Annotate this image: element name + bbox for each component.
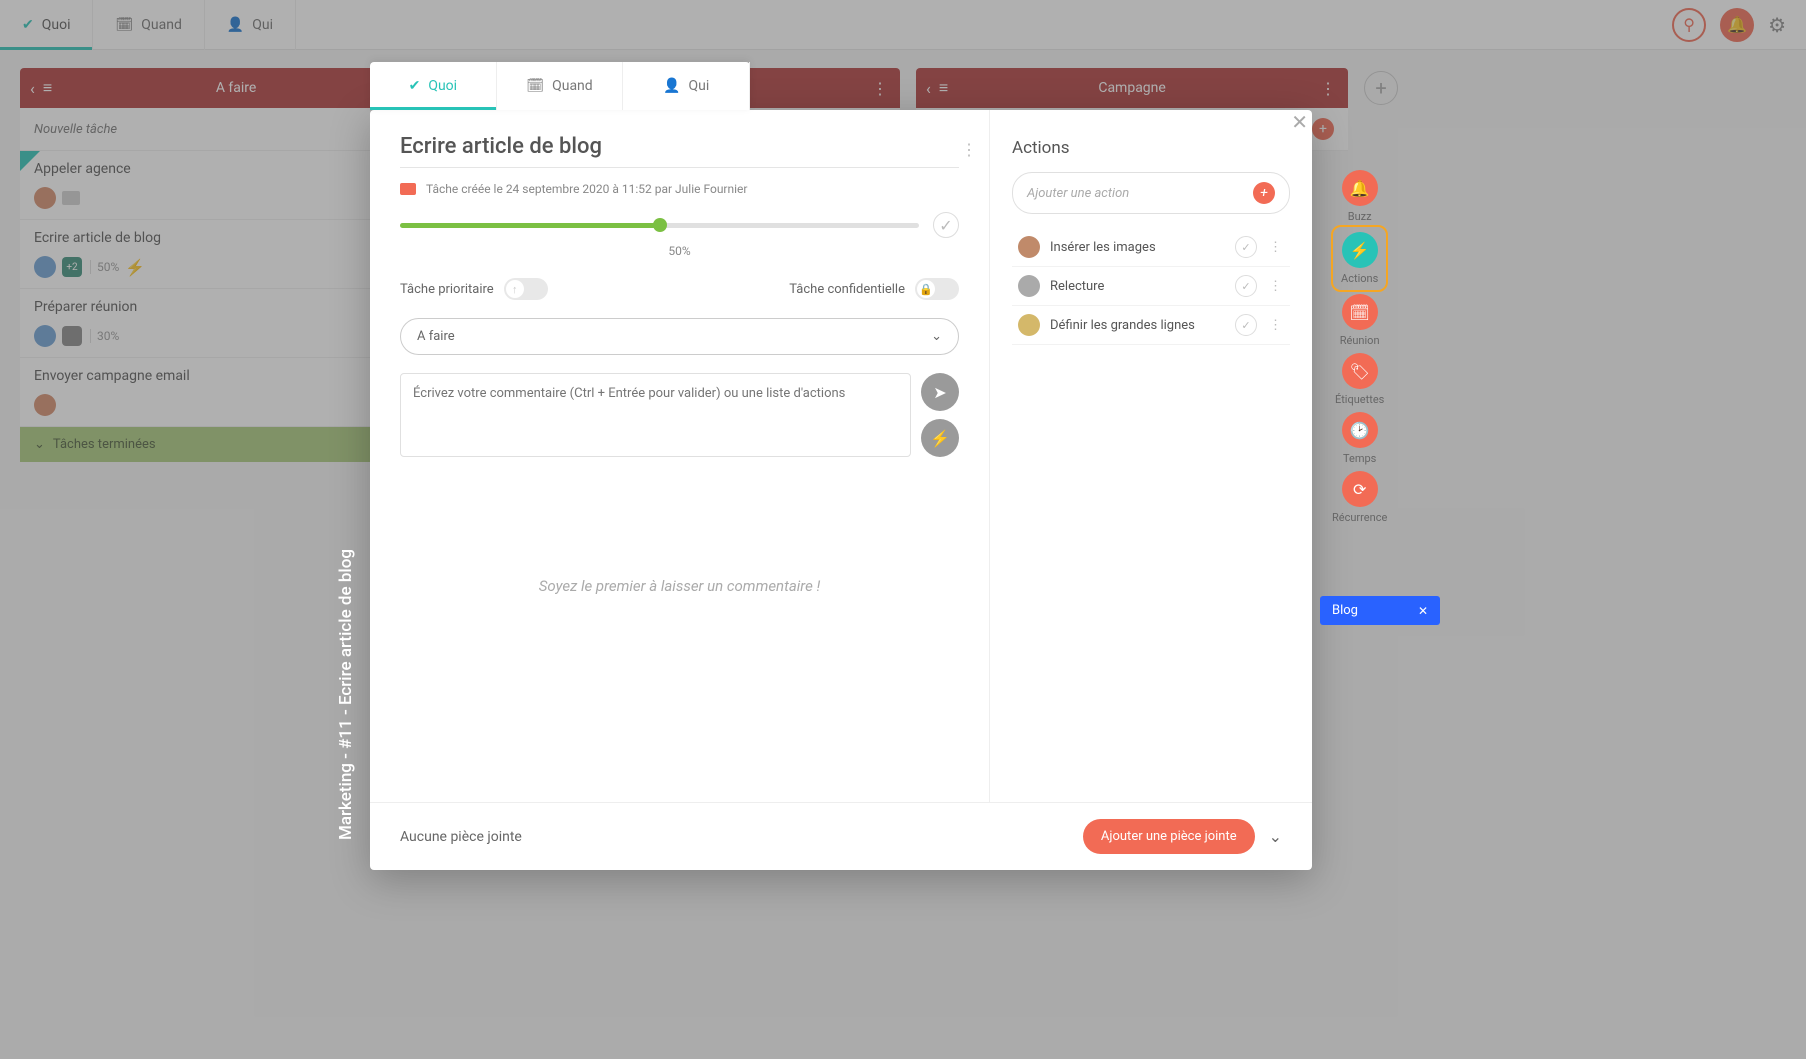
action-item[interactable]: Relecture ✓ ⋮ (1012, 267, 1290, 306)
task-meta-text: Tâche créée le 24 septembre 2020 à 11:52… (426, 182, 747, 196)
quick-action-button[interactable]: ⚡ (921, 419, 959, 457)
tag-remove-button[interactable]: ✕ (1418, 604, 1428, 618)
chevron-down-icon[interactable]: ⌄ (1269, 827, 1282, 846)
modal-tab-label: Quand (552, 78, 593, 94)
action-menu[interactable]: ⋮ (1267, 318, 1284, 333)
actions-heading: Actions (1012, 138, 1290, 158)
progress-label: 50% (400, 244, 959, 258)
close-button[interactable]: ✕ (1291, 110, 1308, 134)
rail-label: Temps (1343, 452, 1376, 465)
empty-comments-text: Soyez le premier à laisser un commentair… (400, 577, 959, 595)
person-icon: 👤 (663, 78, 680, 94)
priority-label: Tâche prioritaire (400, 282, 494, 297)
calendar-icon: 🗓 (526, 78, 544, 94)
modal-tab-label: Quoi (428, 78, 457, 94)
action-complete-button[interactable]: ✓ (1235, 314, 1257, 336)
add-action-input[interactable]: Ajouter une action + (1012, 172, 1290, 214)
progress-row: ✓ (400, 212, 959, 238)
task-meta: Tâche créée le 24 septembre 2020 à 11:52… (400, 182, 959, 196)
avatar (1018, 236, 1040, 258)
comment-input[interactable] (400, 373, 911, 457)
no-attachment-text: Aucune pièce jointe (400, 829, 522, 845)
clock-icon: 🕑 (1350, 421, 1370, 440)
action-item[interactable]: Définir les grandes lignes ✓ ⋮ (1012, 306, 1290, 345)
send-icon: ➤ (933, 383, 946, 402)
repeat-icon: ⟳ (1353, 480, 1366, 499)
rail-temps[interactable]: 🕑 Temps (1342, 412, 1378, 465)
avatar (1018, 314, 1040, 336)
status-value: A faire (417, 329, 455, 344)
rail-label: Buzz (1348, 210, 1372, 223)
add-action-placeholder: Ajouter une action (1027, 186, 1129, 201)
tag-chip[interactable]: Blog ✕ (1320, 596, 1440, 625)
rail-label: Actions (1341, 272, 1378, 285)
action-label: Relecture (1050, 279, 1104, 294)
vertical-breadcrumb: Marketing - #11 - Ecrire article de blog (336, 549, 356, 840)
modal-tab-qui[interactable]: 👤 Qui (623, 62, 750, 110)
avatar (1018, 275, 1040, 297)
modal-tabs: ✔ Quoi 🗓 Quand 👤 Qui (370, 62, 750, 110)
tag-icon: 🏷 (1349, 362, 1369, 381)
bolt-icon: ⚡ (1350, 241, 1370, 260)
rail-etiquettes[interactable]: 🏷 Étiquettes (1335, 353, 1384, 406)
complete-button[interactable]: ✓ (933, 212, 959, 238)
chevron-down-icon: ⌄ (931, 329, 942, 344)
side-rail: 🔔 Buzz ⚡ Actions 🗓 Réunion 🏷 Étiquettes … (1332, 170, 1387, 524)
add-attachment-button[interactable]: Ajouter une pièce jointe (1083, 819, 1255, 854)
bell-icon: 🔔 (1350, 179, 1370, 198)
task-menu[interactable]: ⋮ (961, 140, 977, 159)
calendar-icon: 🗓 (1349, 303, 1369, 322)
priority-toggle[interactable]: ↑ (504, 278, 548, 300)
action-complete-button[interactable]: ✓ (1235, 275, 1257, 297)
rail-actions[interactable]: ⚡ Actions (1335, 229, 1384, 288)
modal-left-panel: ⋮ Ecrire article de blog Tâche créée le … (370, 110, 990, 802)
status-select[interactable]: A faire ⌄ (400, 318, 959, 355)
bolt-icon: ⚡ (930, 429, 950, 448)
action-menu[interactable]: ⋮ (1267, 279, 1284, 294)
briefcase-icon (400, 183, 416, 195)
rail-label: Récurrence (1332, 511, 1387, 524)
rail-label: Réunion (1340, 334, 1380, 347)
progress-knob[interactable] (653, 218, 667, 232)
action-item[interactable]: Insérer les images ✓ ⋮ (1012, 228, 1290, 267)
modal-tab-label: Qui (689, 78, 710, 94)
modal-footer: Aucune pièce jointe Ajouter une pièce jo… (370, 802, 1312, 870)
rail-label: Étiquettes (1335, 393, 1384, 406)
confidential-label: Tâche confidentielle (789, 282, 905, 297)
action-menu[interactable]: ⋮ (1267, 240, 1284, 255)
rail-buzz[interactable]: 🔔 Buzz (1342, 170, 1378, 223)
progress-slider[interactable] (400, 223, 919, 228)
task-modal: ✔ Quoi 🗓 Quand 👤 Qui ⋮ Ecrire article de… (370, 110, 1312, 870)
action-label: Définir les grandes lignes (1050, 318, 1195, 333)
rail-recurrence[interactable]: ⟳ Récurrence (1332, 471, 1387, 524)
send-comment-button[interactable]: ➤ (921, 373, 959, 411)
action-label: Insérer les images (1050, 240, 1156, 255)
action-complete-button[interactable]: ✓ (1235, 236, 1257, 258)
task-title[interactable]: Ecrire article de blog (400, 134, 959, 168)
arrow-up-icon: ↑ (512, 283, 518, 296)
check-icon: ✔ (409, 78, 421, 94)
confidential-toggle[interactable]: 🔒 (915, 278, 959, 300)
modal-tab-quand[interactable]: 🗓 Quand (497, 62, 624, 110)
modal-tab-quoi[interactable]: ✔ Quoi (370, 62, 497, 110)
lock-icon: 🔒 (919, 283, 933, 296)
add-action-button[interactable]: + (1253, 182, 1275, 204)
modal-right-panel: ✕ Actions Ajouter une action + Insérer l… (990, 110, 1312, 802)
rail-reunion[interactable]: 🗓 Réunion (1340, 294, 1380, 347)
tag-label: Blog (1332, 603, 1358, 618)
progress-fill (400, 223, 660, 228)
